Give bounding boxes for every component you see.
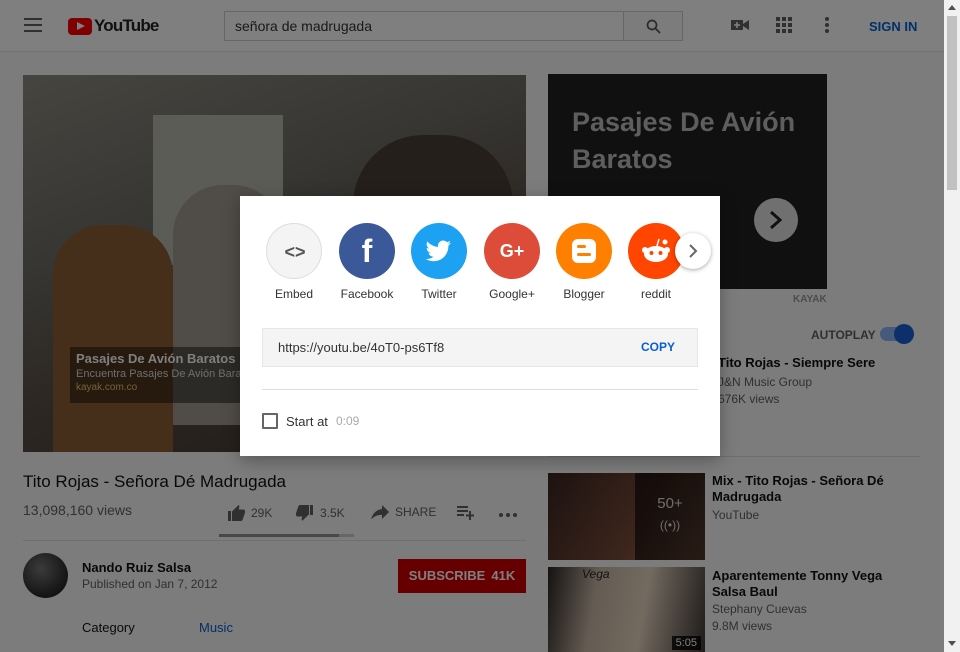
share-service-label: Twitter: [421, 287, 457, 301]
share-googleplus[interactable]: G+ Google+: [484, 223, 540, 301]
divider: [262, 389, 698, 390]
copy-button[interactable]: COPY: [641, 340, 675, 354]
share-twitter[interactable]: Twitter: [411, 223, 467, 301]
scroll-thumb[interactable]: [947, 16, 957, 190]
start-at-checkbox[interactable]: [262, 413, 278, 429]
scroll-up-icon[interactable]: [948, 5, 956, 10]
facebook-icon: f: [361, 233, 373, 269]
share-service-label: Blogger: [563, 287, 605, 301]
blogger-icon: [572, 239, 596, 263]
code-icon: <>: [284, 242, 306, 262]
facebook-circle: f: [339, 223, 395, 279]
start-at-time-input[interactable]: 0:09: [336, 414, 359, 428]
twitter-circle: [411, 223, 467, 279]
twitter-bird-icon: [425, 240, 451, 262]
embed-circle: <>: [266, 223, 322, 279]
share-facebook[interactable]: f Facebook: [339, 223, 395, 301]
google-plus-icon: G+: [499, 241, 525, 261]
share-service-label: Facebook: [340, 287, 394, 301]
share-url[interactable]: https://youtu.be/4oT0-ps6Tf8: [278, 340, 444, 355]
share-service-label: Embed: [274, 287, 314, 301]
scroll-down-icon[interactable]: [948, 641, 956, 646]
googleplus-circle: G+: [484, 223, 540, 279]
share-service-label: reddit: [640, 287, 672, 301]
share-reddit[interactable]: reddit: [628, 223, 684, 301]
share-dialog: <> Embed f Facebook Twitter G+ Google+ B…: [240, 196, 720, 456]
share-service-label: Google+: [489, 287, 535, 301]
chevron-right-icon: [689, 244, 698, 258]
blogger-circle: [556, 223, 612, 279]
share-embed[interactable]: <> Embed: [266, 223, 322, 301]
share-url-field[interactable]: https://youtu.be/4oT0-ps6Tf8 COPY: [262, 328, 698, 367]
page-scrollbar[interactable]: [944, 0, 960, 652]
share-blogger[interactable]: Blogger: [556, 223, 612, 301]
start-at-label: Start at: [286, 414, 328, 429]
share-next-button[interactable]: [675, 233, 711, 269]
